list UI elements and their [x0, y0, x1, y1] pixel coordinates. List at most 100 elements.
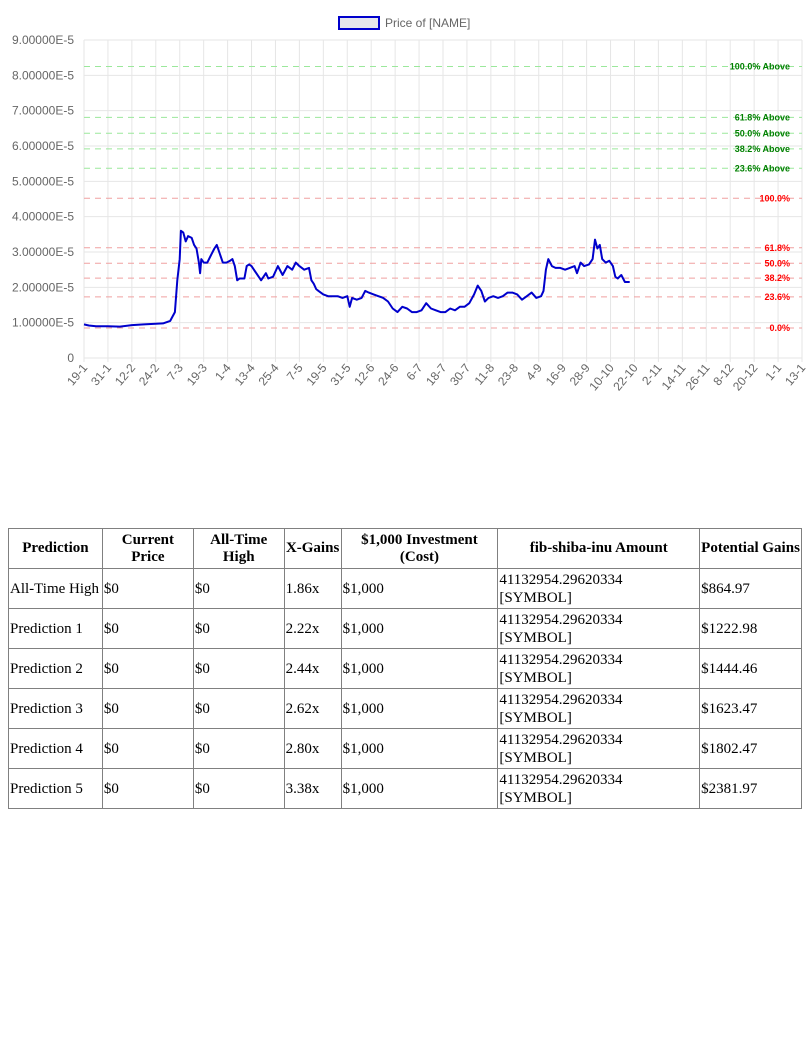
legend-swatch — [338, 16, 380, 30]
fib-level-label: 100.0% — [759, 193, 790, 203]
cell-current-price: $0 — [101, 648, 194, 689]
cell-potential-gains: $864.97 — [699, 568, 802, 609]
x-tick-label: 24-6 — [375, 361, 401, 389]
fib-level-label: 50.0% Above — [735, 128, 790, 138]
cell-investment: $1,000 — [340, 648, 499, 689]
table-row: Prediction 1 $0 $0 2.22x $1,000 41132954… — [8, 608, 802, 649]
cell-x-gains: 3.38x — [283, 768, 342, 809]
fib-level-label: 50.0% — [764, 258, 790, 268]
x-tick-label: 12-6 — [351, 361, 377, 389]
fib-level-label: 38.2% Above — [735, 144, 790, 154]
x-tick-label: 31-5 — [327, 361, 353, 389]
cell-prediction: Prediction 2 — [8, 648, 103, 689]
header-all-time-high: All-Time High — [192, 528, 285, 569]
y-tick-label: 5.00000E-5 — [12, 174, 74, 188]
chart-canvas: 9.00000E-5 8.00000E-5 7.00000E-5 6.00000E-5… — [12, 16, 808, 394]
cell-amount: 41132954.29620334 [SYMBOL] — [497, 688, 701, 729]
x-tick-label: 25-4 — [256, 361, 282, 389]
cell-current-price: $0 — [101, 768, 194, 809]
header-amount: fib-shiba-inu Amount — [497, 528, 701, 569]
x-tick-label: 13-1 — [782, 361, 808, 389]
cell-amount: 41132954.29620334 [SYMBOL] — [497, 608, 701, 649]
cell-potential-gains: $1802.47 — [699, 728, 802, 769]
x-tick-label: 23-8 — [495, 361, 521, 389]
y-tick-label: 3.00000E-5 — [12, 245, 74, 259]
price-line — [83, 229, 630, 328]
cell-prediction: All-Time High — [8, 568, 103, 609]
x-tick-label: 14-11 — [659, 361, 689, 393]
y-tick-label: 7.00000E-5 — [12, 104, 74, 118]
cell-all-time-high: $0 — [192, 568, 285, 609]
fib-level-label: 61.8% Above — [735, 112, 790, 122]
cell-current-price: $0 — [101, 728, 194, 769]
header-x-gains: X-Gains — [283, 528, 342, 569]
fib-level-label: 23.6% Above — [735, 163, 790, 173]
x-tick-label: 18-7 — [423, 361, 449, 389]
y-tick-label: 0 — [67, 351, 74, 365]
cell-all-time-high: $0 — [192, 728, 285, 769]
cell-x-gains: 2.62x — [283, 688, 342, 729]
table-header-row: Prediction Current Price All-Time High X… — [8, 528, 802, 569]
fib-level-label: 38.2% — [764, 273, 790, 283]
x-tick-label: 16-9 — [543, 361, 569, 389]
x-tick-label: 24-2 — [136, 361, 162, 389]
cell-potential-gains: $1444.46 — [699, 648, 802, 689]
y-tick-label: 8.00000E-5 — [12, 68, 74, 82]
cell-investment: $1,000 — [340, 568, 499, 609]
cell-potential-gains: $2381.97 — [699, 768, 802, 809]
cell-all-time-high: $0 — [192, 688, 285, 729]
cell-current-price: $0 — [101, 688, 194, 729]
cell-investment: $1,000 — [340, 688, 499, 729]
x-tick-label: 19-3 — [184, 361, 210, 389]
header-current-price: Current Price — [101, 528, 194, 569]
cell-prediction: Prediction 1 — [8, 608, 103, 649]
cell-investment: $1,000 — [340, 728, 499, 769]
legend-label: Price of [NAME] — [385, 16, 470, 30]
cell-prediction: Prediction 5 — [8, 768, 103, 809]
fib-level-label: 100.0% Above — [730, 62, 790, 72]
header-prediction: Prediction — [8, 528, 103, 569]
cell-prediction: Prediction 3 — [8, 688, 103, 729]
prediction-table: Prediction Current Price All-Time High X… — [8, 528, 802, 809]
cell-amount: 41132954.29620334 [SYMBOL] — [497, 768, 701, 809]
fib-level-label: 23.6% — [764, 292, 790, 302]
x-tick-label: 30-7 — [447, 361, 473, 389]
x-tick-label: 10-10 — [586, 361, 617, 394]
cell-amount: 41132954.29620334 [SYMBOL] — [497, 568, 701, 609]
cell-amount: 41132954.29620334 [SYMBOL] — [497, 728, 701, 769]
table-row: All-Time High $0 $0 1.86x $1,000 4113295… — [8, 568, 802, 609]
cell-x-gains: 2.80x — [283, 728, 342, 769]
cell-amount: 41132954.29620334 [SYMBOL] — [497, 648, 701, 689]
fib-level-label: 0.0% — [769, 323, 790, 333]
cell-potential-gains: $1222.98 — [699, 608, 802, 649]
cell-x-gains: 2.44x — [283, 648, 342, 689]
table-row: Prediction 5 $0 $0 3.38x $1,000 41132954… — [8, 768, 802, 809]
table-row: Prediction 3 $0 $0 2.62x $1,000 41132954… — [8, 688, 802, 729]
x-tick-label: 26-11 — [683, 361, 713, 393]
cell-prediction: Prediction 4 — [8, 728, 103, 769]
y-tick-label: 6.00000E-5 — [12, 139, 74, 153]
y-tick-label: 2.00000E-5 — [12, 280, 74, 294]
x-tick-label: 19-5 — [303, 361, 329, 389]
header-investment: $1,000 Investment (Cost) — [340, 528, 499, 569]
x-tick-label: 12-2 — [112, 361, 138, 389]
cell-current-price: $0 — [101, 568, 194, 609]
x-tick-label: 22-10 — [610, 361, 641, 394]
table-row: Prediction 4 $0 $0 2.80x $1,000 41132954… — [8, 728, 802, 769]
cell-x-gains: 1.86x — [283, 568, 342, 609]
y-tick-label: 4.00000E-5 — [12, 210, 74, 224]
fib-level-label: 61.8% — [764, 243, 790, 253]
x-tick-label: 31-1 — [88, 361, 114, 389]
x-tick-label: 20-12 — [730, 361, 761, 394]
cell-all-time-high: $0 — [192, 608, 285, 649]
y-tick-label: 1.00000E-5 — [12, 316, 74, 330]
y-tick-label: 9.00000E-5 — [12, 33, 74, 47]
cell-current-price: $0 — [101, 608, 194, 649]
cell-all-time-high: $0 — [192, 768, 285, 809]
x-tick-label: 11-8 — [472, 361, 498, 388]
table-row: Prediction 2 $0 $0 2.44x $1,000 41132954… — [8, 648, 802, 689]
x-tick-label: 13-4 — [232, 361, 258, 389]
cell-potential-gains: $1623.47 — [699, 688, 802, 729]
cell-all-time-high: $0 — [192, 648, 285, 689]
price-chart: 9.00000E-5 8.00000E-5 7.00000E-5 6.00000E-5… — [0, 0, 810, 420]
